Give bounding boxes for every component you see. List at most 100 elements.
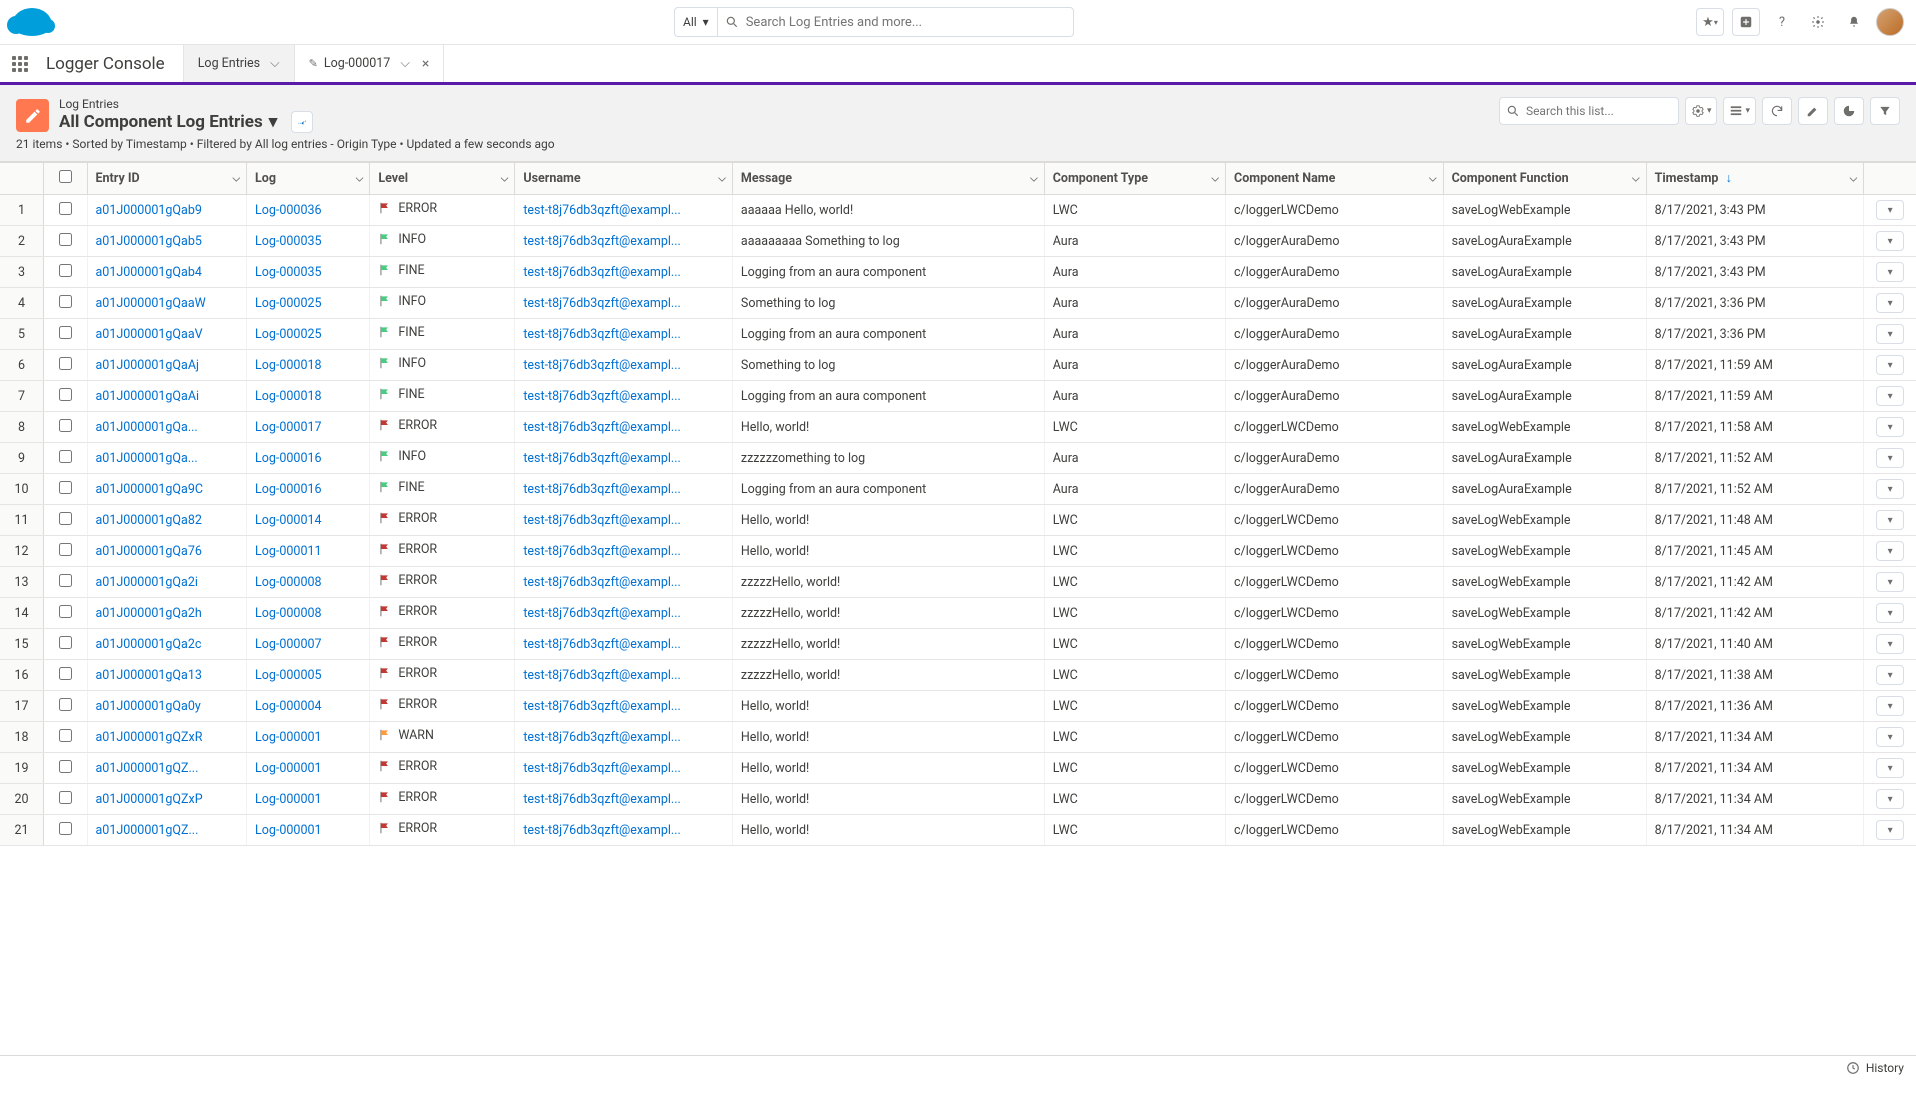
- entry-id-link[interactable]: a01J000001gQaAj: [96, 358, 199, 373]
- username-link[interactable]: test-t8j76db3qzft@exampl...: [523, 327, 680, 342]
- row-select[interactable]: [44, 257, 88, 288]
- entry-id-link[interactable]: a01J000001gQab5: [96, 234, 202, 249]
- edit-list-button[interactable]: [1798, 97, 1828, 125]
- row-actions-button[interactable]: ▾: [1876, 510, 1904, 530]
- row-actions-button[interactable]: ▾: [1876, 200, 1904, 220]
- row-actions-button[interactable]: ▾: [1876, 386, 1904, 406]
- username-link[interactable]: test-t8j76db3qzft@exampl...: [523, 637, 680, 652]
- row-checkbox[interactable]: [59, 202, 72, 215]
- row-actions-button[interactable]: ▾: [1876, 696, 1904, 716]
- filter-button[interactable]: [1870, 97, 1900, 125]
- row-checkbox[interactable]: [59, 388, 72, 401]
- row-actions-button[interactable]: ▾: [1876, 603, 1904, 623]
- row-select[interactable]: [44, 288, 88, 319]
- row-select[interactable]: [44, 226, 88, 257]
- row-select[interactable]: [44, 381, 88, 412]
- row-checkbox[interactable]: [59, 264, 72, 277]
- chevron-down-icon[interactable]: ⌵: [356, 173, 364, 184]
- log-link[interactable]: Log-000025: [255, 296, 322, 311]
- entry-id-link[interactable]: a01J000001gQa0y: [96, 699, 201, 714]
- notifications-button[interactable]: [1840, 8, 1868, 36]
- username-link[interactable]: test-t8j76db3qzft@exampl...: [523, 513, 680, 528]
- column-header[interactable]: Log⌵: [247, 163, 370, 195]
- setup-button[interactable]: [1804, 8, 1832, 36]
- log-link[interactable]: Log-000016: [255, 482, 322, 497]
- row-select[interactable]: [44, 412, 88, 443]
- select-all-checkbox[interactable]: [59, 170, 72, 183]
- row-actions-button[interactable]: ▾: [1876, 634, 1904, 654]
- row-checkbox[interactable]: [59, 419, 72, 432]
- log-link[interactable]: Log-000014: [255, 513, 322, 528]
- row-checkbox[interactable]: [59, 729, 72, 742]
- row-actions-button[interactable]: ▾: [1876, 572, 1904, 592]
- global-search-input[interactable]: [717, 7, 1074, 37]
- username-link[interactable]: test-t8j76db3qzft@exampl...: [523, 389, 680, 404]
- chevron-down-icon[interactable]: ⌵: [1850, 173, 1858, 184]
- entry-id-link[interactable]: a01J000001gQa82: [96, 513, 202, 528]
- entry-id-link[interactable]: a01J000001gQaAi: [96, 389, 200, 404]
- column-header[interactable]: Timestamp ↓⌵: [1646, 163, 1864, 195]
- username-link[interactable]: test-t8j76db3qzft@exampl...: [523, 575, 680, 590]
- chart-button[interactable]: [1834, 97, 1864, 125]
- row-select[interactable]: [44, 753, 88, 784]
- log-link[interactable]: Log-000008: [255, 606, 322, 621]
- chevron-down-icon[interactable]: ⌵: [232, 173, 240, 184]
- row-checkbox[interactable]: [59, 543, 72, 556]
- entry-id-link[interactable]: a01J000001gQa9C: [96, 482, 203, 497]
- row-actions-button[interactable]: ▾: [1876, 355, 1904, 375]
- log-link[interactable]: Log-000001: [255, 823, 322, 838]
- row-checkbox[interactable]: [59, 574, 72, 587]
- row-actions-button[interactable]: ▾: [1876, 479, 1904, 499]
- entry-id-link[interactable]: a01J000001gQa13: [96, 668, 202, 683]
- entry-id-link[interactable]: a01J000001gQa2i: [96, 575, 198, 590]
- row-checkbox[interactable]: [59, 233, 72, 246]
- row-select[interactable]: [44, 350, 88, 381]
- chevron-down-icon[interactable]: ⌵: [1429, 173, 1437, 184]
- entry-id-link[interactable]: a01J000001gQab4: [96, 265, 202, 280]
- row-checkbox[interactable]: [59, 698, 72, 711]
- app-launcher-button[interactable]: [0, 45, 40, 82]
- search-scope-dropdown[interactable]: All ▾: [674, 7, 717, 37]
- username-link[interactable]: test-t8j76db3qzft@exampl...: [523, 296, 680, 311]
- row-checkbox[interactable]: [59, 605, 72, 618]
- entry-id-link[interactable]: a01J000001gQZxP: [96, 792, 203, 807]
- nav-tab[interactable]: Log Entries⌵: [183, 45, 295, 82]
- row-checkbox[interactable]: [59, 450, 72, 463]
- user-avatar[interactable]: [1876, 8, 1904, 36]
- log-link[interactable]: Log-000036: [255, 203, 322, 218]
- row-select[interactable]: [44, 629, 88, 660]
- column-header[interactable]: Level⌵: [370, 163, 515, 195]
- row-checkbox[interactable]: [59, 636, 72, 649]
- history-button[interactable]: History: [1866, 1061, 1904, 1075]
- row-select[interactable]: [44, 319, 88, 350]
- log-link[interactable]: Log-000018: [255, 358, 322, 373]
- entry-id-link[interactable]: a01J000001gQa2c: [96, 637, 202, 652]
- entry-id-link[interactable]: a01J000001gQaaW: [96, 296, 206, 311]
- help-button[interactable]: ?: [1768, 8, 1796, 36]
- column-header[interactable]: Message⌵: [732, 163, 1044, 195]
- row-checkbox[interactable]: [59, 357, 72, 370]
- row-actions-button[interactable]: ▾: [1876, 665, 1904, 685]
- row-actions-button[interactable]: ▾: [1876, 820, 1904, 840]
- entry-id-link[interactable]: a01J000001gQab9: [96, 203, 202, 218]
- row-checkbox[interactable]: [59, 295, 72, 308]
- row-actions-button[interactable]: ▾: [1876, 448, 1904, 468]
- refresh-button[interactable]: [1762, 97, 1792, 125]
- username-link[interactable]: test-t8j76db3qzft@exampl...: [523, 420, 680, 435]
- log-link[interactable]: Log-000025: [255, 327, 322, 342]
- row-select[interactable]: [44, 722, 88, 753]
- log-link[interactable]: Log-000004: [255, 699, 322, 714]
- column-header[interactable]: Component Function⌵: [1443, 163, 1646, 195]
- log-link[interactable]: Log-000001: [255, 730, 322, 745]
- favorites-button[interactable]: ★▾: [1696, 8, 1724, 36]
- log-link[interactable]: Log-000018: [255, 389, 322, 404]
- entry-id-link[interactable]: a01J000001gQa76: [96, 544, 202, 559]
- nav-tab[interactable]: ✎Log-000017⌵×: [295, 45, 445, 82]
- row-actions-button[interactable]: ▾: [1876, 541, 1904, 561]
- row-actions-button[interactable]: ▾: [1876, 727, 1904, 747]
- row-select[interactable]: [44, 567, 88, 598]
- entry-id-link[interactable]: a01J000001gQa2h: [96, 606, 202, 621]
- username-link[interactable]: test-t8j76db3qzft@exampl...: [523, 668, 680, 683]
- log-link[interactable]: Log-000001: [255, 792, 322, 807]
- add-button[interactable]: [1732, 8, 1760, 36]
